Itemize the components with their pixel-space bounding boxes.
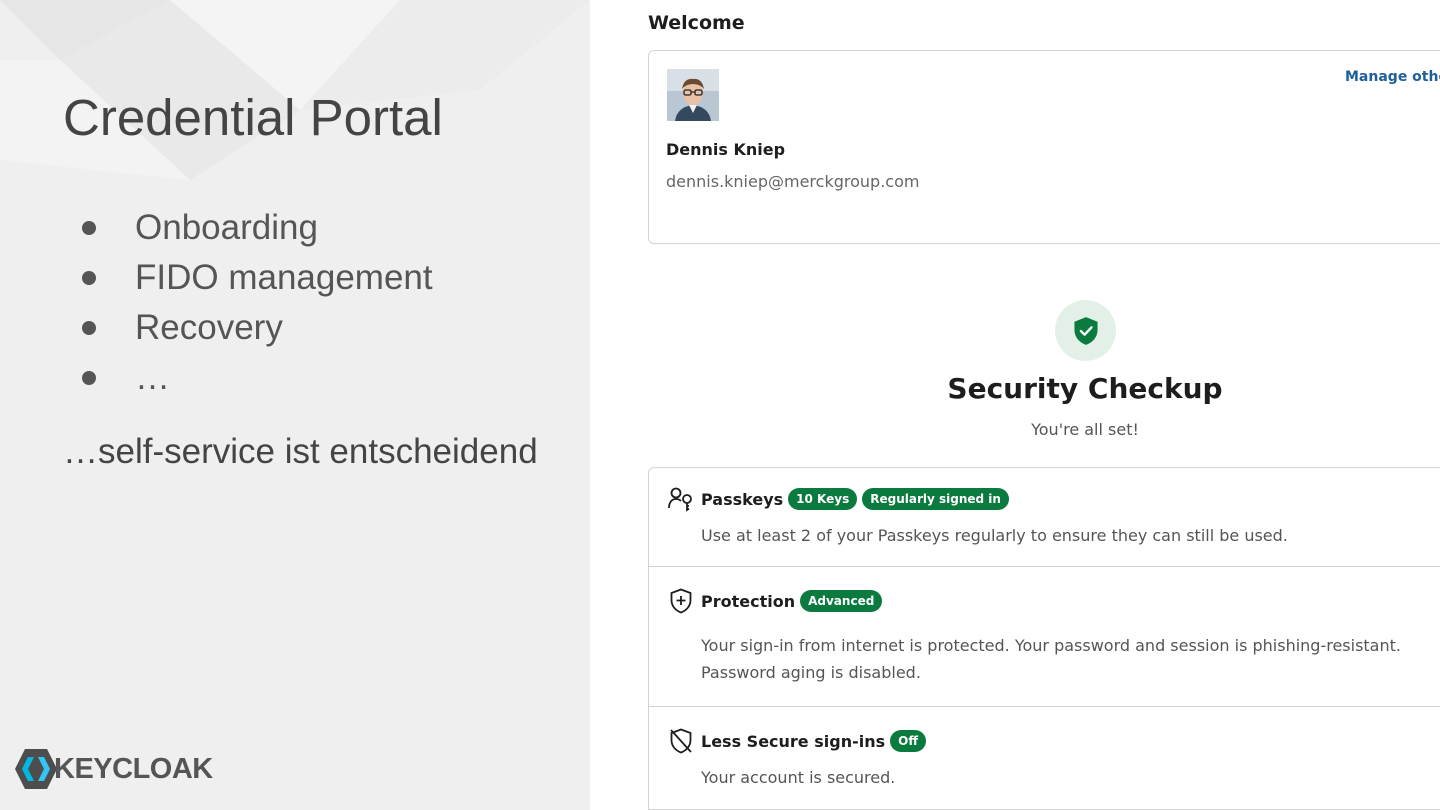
user-name: Dennis Kniep bbox=[666, 140, 786, 159]
check-header: Passkeys 10 Keys Regularly signed in bbox=[667, 485, 1014, 513]
security-status-badge bbox=[1055, 300, 1116, 361]
bullet-item: Recovery bbox=[76, 303, 433, 353]
user-photo bbox=[667, 69, 719, 121]
status-badge: Regularly signed in bbox=[862, 488, 1009, 510]
slide-panel: Credential Portal Onboarding FIDO manage… bbox=[0, 0, 590, 810]
check-title: Passkeys bbox=[701, 489, 784, 509]
manage-other-link[interactable]: Manage other bbox=[1345, 69, 1440, 85]
bullet-dot bbox=[82, 321, 96, 335]
slide-title: Credential Portal bbox=[63, 89, 443, 146]
bullet-dot bbox=[82, 271, 96, 285]
check-item-protection[interactable]: Protection Advanced Your sign-in from in… bbox=[649, 567, 1440, 707]
bullet-dot bbox=[82, 221, 96, 235]
shield-check-icon bbox=[1073, 316, 1098, 345]
security-checkup-title: Security Checkup bbox=[947, 372, 1223, 405]
keycloak-logo-icon bbox=[15, 749, 57, 789]
check-item-passkeys[interactable]: Passkeys 10 Keys Regularly signed in Use… bbox=[649, 468, 1440, 567]
check-title: Less Secure sign-ins bbox=[701, 731, 886, 751]
status-badge: Advanced bbox=[800, 590, 883, 612]
check-title: Protection bbox=[701, 591, 796, 611]
bullet-text: Onboarding bbox=[135, 208, 318, 247]
check-description: Your sign-in from internet is protected.… bbox=[701, 636, 1401, 682]
bullet-dot bbox=[82, 371, 96, 385]
bullet-item: FIDO management bbox=[76, 253, 433, 303]
bullet-item: … bbox=[76, 353, 433, 403]
shield-off-icon bbox=[667, 727, 695, 755]
bullet-text: … bbox=[135, 358, 170, 397]
avatar bbox=[667, 69, 719, 121]
account-console: Welcome Manage other Dennis Kniep dennis… bbox=[590, 0, 1440, 810]
user-email: dennis.kniep@merckgroup.com bbox=[666, 172, 920, 191]
status-badge: Off bbox=[890, 730, 927, 752]
bullet-text: FIDO management bbox=[135, 258, 433, 297]
check-header: Less Secure sign-ins Off bbox=[667, 727, 931, 755]
keycloak-logo: KEYCLOAK bbox=[14, 748, 213, 790]
welcome-heading: Welcome bbox=[648, 12, 745, 34]
check-description: Your account is secured. bbox=[701, 768, 896, 787]
bullet-item: Onboarding bbox=[76, 203, 433, 253]
shield-plus-icon bbox=[667, 587, 695, 615]
status-badge: 10 Keys bbox=[788, 488, 858, 510]
check-item-less-secure-sign-ins[interactable]: Less Secure sign-ins Off Your account is… bbox=[649, 707, 1440, 810]
bullet-text: Recovery bbox=[135, 308, 283, 347]
security-checkup-subtitle: You're all set! bbox=[1031, 420, 1139, 439]
security-checks-list: Passkeys 10 Keys Regularly signed in Use… bbox=[648, 467, 1440, 810]
bullet-list: Onboarding FIDO management Recovery … bbox=[76, 203, 433, 403]
keycloak-logo-text: KEYCLOAK bbox=[54, 752, 213, 785]
slide-tagline: …self-service ist entscheidend bbox=[63, 432, 538, 471]
profile-card: Manage other Dennis Kniep dennis.kniep@m… bbox=[648, 50, 1440, 244]
check-header: Protection Advanced bbox=[667, 587, 887, 615]
passkey-icon bbox=[667, 485, 695, 513]
check-description: Use at least 2 of your Passkeys regularl… bbox=[701, 526, 1288, 545]
